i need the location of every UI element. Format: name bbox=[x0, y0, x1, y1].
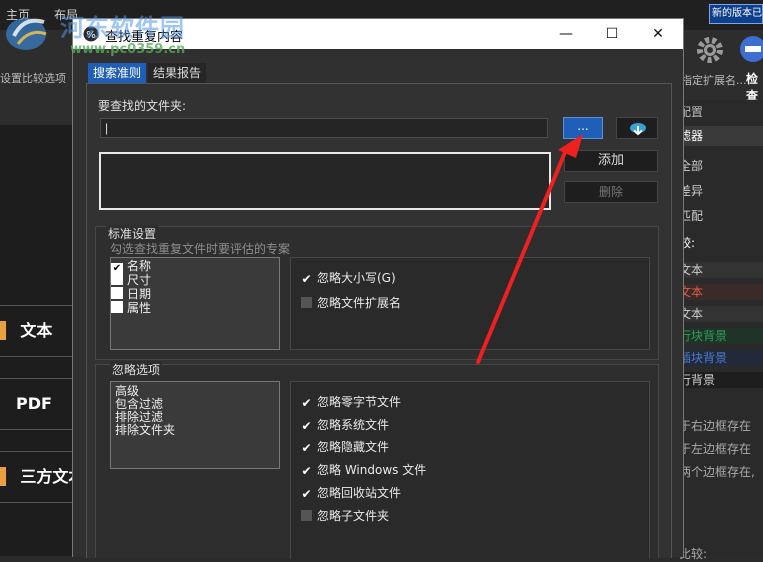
rp-note-3: 两个边框存在, bbox=[679, 465, 755, 479]
ext-label: 指定扩展名... bbox=[681, 74, 747, 87]
ignore-options-panel: ✔ 忽略零字节文件 ✔ 忽略系统文件 ✔ 忽略隐藏文件 ✔ 忽略 Windows 文件 … bbox=[290, 381, 650, 559]
rp-note-2: 于左边框存在 bbox=[679, 442, 752, 456]
browse-button[interactable]: ... bbox=[563, 117, 603, 139]
checkmark-icon[interactable]: ✔ bbox=[301, 397, 312, 409]
minimize-button[interactable]: — bbox=[543, 19, 589, 49]
rp-row-diff[interactable]: 差异 bbox=[679, 183, 763, 199]
rp-row-all[interactable]: 全部 bbox=[679, 158, 763, 174]
checkbox[interactable] bbox=[111, 301, 123, 313]
ignore-windows-option[interactable]: ✔ 忽略 Windows 文件 bbox=[301, 462, 426, 478]
checkmark-icon[interactable]: ✔ bbox=[301, 420, 312, 432]
checkmark-icon[interactable]: ✔ bbox=[301, 465, 312, 477]
ignore-extension-option[interactable]: 忽略文件扩展名 bbox=[301, 295, 401, 311]
watermark-title: 河东软件园 bbox=[60, 13, 185, 42]
add-button[interactable]: 添加 bbox=[564, 150, 658, 172]
rp-color-row[interactable]: 插块背景 bbox=[679, 350, 763, 366]
ignore-list: 高级 包含过滤 排除过滤 排除文件夹 bbox=[110, 381, 280, 469]
criteria-attributes[interactable]: 属性 bbox=[111, 301, 151, 315]
check-icon[interactable] bbox=[738, 34, 763, 64]
standard-options: ✔ 忽略大小写(G) 忽略文件扩展名 bbox=[290, 257, 650, 350]
compare-options-label[interactable]: 设置比较选项 bbox=[0, 70, 66, 86]
folder-list[interactable] bbox=[99, 152, 551, 210]
left-item-three-way[interactable]: ▌三方文本 bbox=[0, 451, 72, 503]
ignore-subfolders-option[interactable]: 忽略子文件夹 bbox=[301, 508, 389, 524]
left-item-pdf[interactable]: PDF bbox=[0, 378, 72, 430]
checkbox[interactable] bbox=[301, 297, 312, 308]
rp-color-row[interactable]: 文本 bbox=[679, 262, 763, 278]
checkbox[interactable] bbox=[111, 273, 123, 285]
ignore-zero-byte-option[interactable]: ✔ 忽略零字节文件 bbox=[301, 394, 401, 410]
rp-note-1: 于右边框存在 bbox=[679, 419, 752, 433]
rp-header: 配置 bbox=[679, 105, 704, 119]
ignore-list-exclude-folder[interactable]: 排除文件夹 bbox=[115, 424, 175, 437]
rp-color-row[interactable]: 文本 bbox=[679, 306, 763, 322]
rp-footer: 比较: bbox=[679, 547, 708, 561]
rp-filter-tab[interactable]: 滤器 bbox=[679, 126, 763, 146]
close-button[interactable]: ✕ bbox=[635, 19, 681, 49]
delete-button[interactable]: 删除 bbox=[564, 181, 658, 203]
ignore-recycle-bin-option[interactable]: ✔ 忽略回收站文件 bbox=[301, 485, 401, 501]
gear-icon[interactable] bbox=[694, 34, 726, 66]
search-criteria-panel: 要查找的文件夹: ... 添加 删除 标准设置 勾选查找重复文件时要评估的专案 … bbox=[86, 83, 672, 559]
criteria-size[interactable]: 尺寸 bbox=[111, 273, 151, 287]
rp-color-row[interactable]: 行块背景 bbox=[679, 328, 763, 344]
checkbox[interactable] bbox=[301, 510, 312, 521]
folder-label: 要查找的文件夹: bbox=[98, 99, 187, 113]
find-duplicates-dialog: % 查找重复内容 — ☐ ✕ 搜索准则 结果报告 要查找的文件夹: ... 添加… bbox=[72, 18, 684, 559]
check-label: 检查 bbox=[746, 72, 759, 103]
checkmark-icon[interactable]: ✔ bbox=[301, 442, 312, 454]
folder-input[interactable] bbox=[100, 118, 548, 138]
right-panel: 配置 滤器 全部 差异 匹配 较: 文本 文本 文本 行块背景 插块背景 行背景 于右边框… bbox=[679, 100, 763, 561]
maximize-button[interactable]: ☐ bbox=[589, 19, 635, 49]
ignore-options-group: 忽略选项 高级 包含过滤 排除过滤 排除文件夹 ✔ 忽略零字节文件 ✔ 忽略系统文件… bbox=[95, 361, 659, 559]
new-version-banner[interactable]: 新的版本已 bbox=[709, 4, 763, 24]
checkmark-icon[interactable]: ✔ bbox=[301, 488, 312, 500]
standard-settings-hint: 勾选查找重复文件时要评估的专案 bbox=[110, 242, 291, 256]
standard-settings-group: 标准设置 勾选查找重复文件时要评估的专案 ✔ 名称 尺寸 日期 属性 ✔ 忽略大小写… bbox=[95, 225, 659, 360]
download-button[interactable] bbox=[616, 117, 658, 139]
checkbox[interactable] bbox=[111, 287, 123, 299]
criteria-list: ✔ 名称 尺寸 日期 属性 bbox=[110, 257, 280, 350]
watermark-logo-icon bbox=[0, 6, 58, 56]
rp-color-row[interactable]: 文本 bbox=[679, 284, 763, 300]
ignore-system-option[interactable]: ✔ 忽略系统文件 bbox=[301, 417, 389, 433]
criteria-date[interactable]: 日期 bbox=[111, 287, 151, 301]
rp-row-match[interactable]: 匹配 bbox=[679, 208, 763, 224]
ignore-hidden-option[interactable]: ✔ 忽略隐藏文件 bbox=[301, 439, 389, 455]
rp-color-row[interactable]: 行背景 bbox=[679, 372, 763, 388]
watermark-url: www.pc0359.cn bbox=[70, 42, 186, 57]
left-item-text[interactable]: ▌ 文本 bbox=[0, 305, 72, 357]
tab-search-criteria[interactable]: 搜索准则 bbox=[88, 63, 146, 83]
tab-result-report[interactable]: 结果报告 bbox=[148, 63, 206, 83]
left-panel: ▌文本 PDF ▌三方文本 bbox=[0, 125, 72, 556]
ignore-case-option[interactable]: ✔ 忽略大小写(G) bbox=[301, 270, 395, 286]
criteria-name[interactable]: ✔ 名称 bbox=[111, 259, 151, 275]
rp-section: 较: bbox=[679, 236, 696, 250]
checkmark-icon[interactable]: ✔ bbox=[301, 273, 312, 285]
ignore-options-title: 忽略选项 bbox=[110, 361, 163, 378]
cloud-download-icon bbox=[628, 121, 648, 137]
